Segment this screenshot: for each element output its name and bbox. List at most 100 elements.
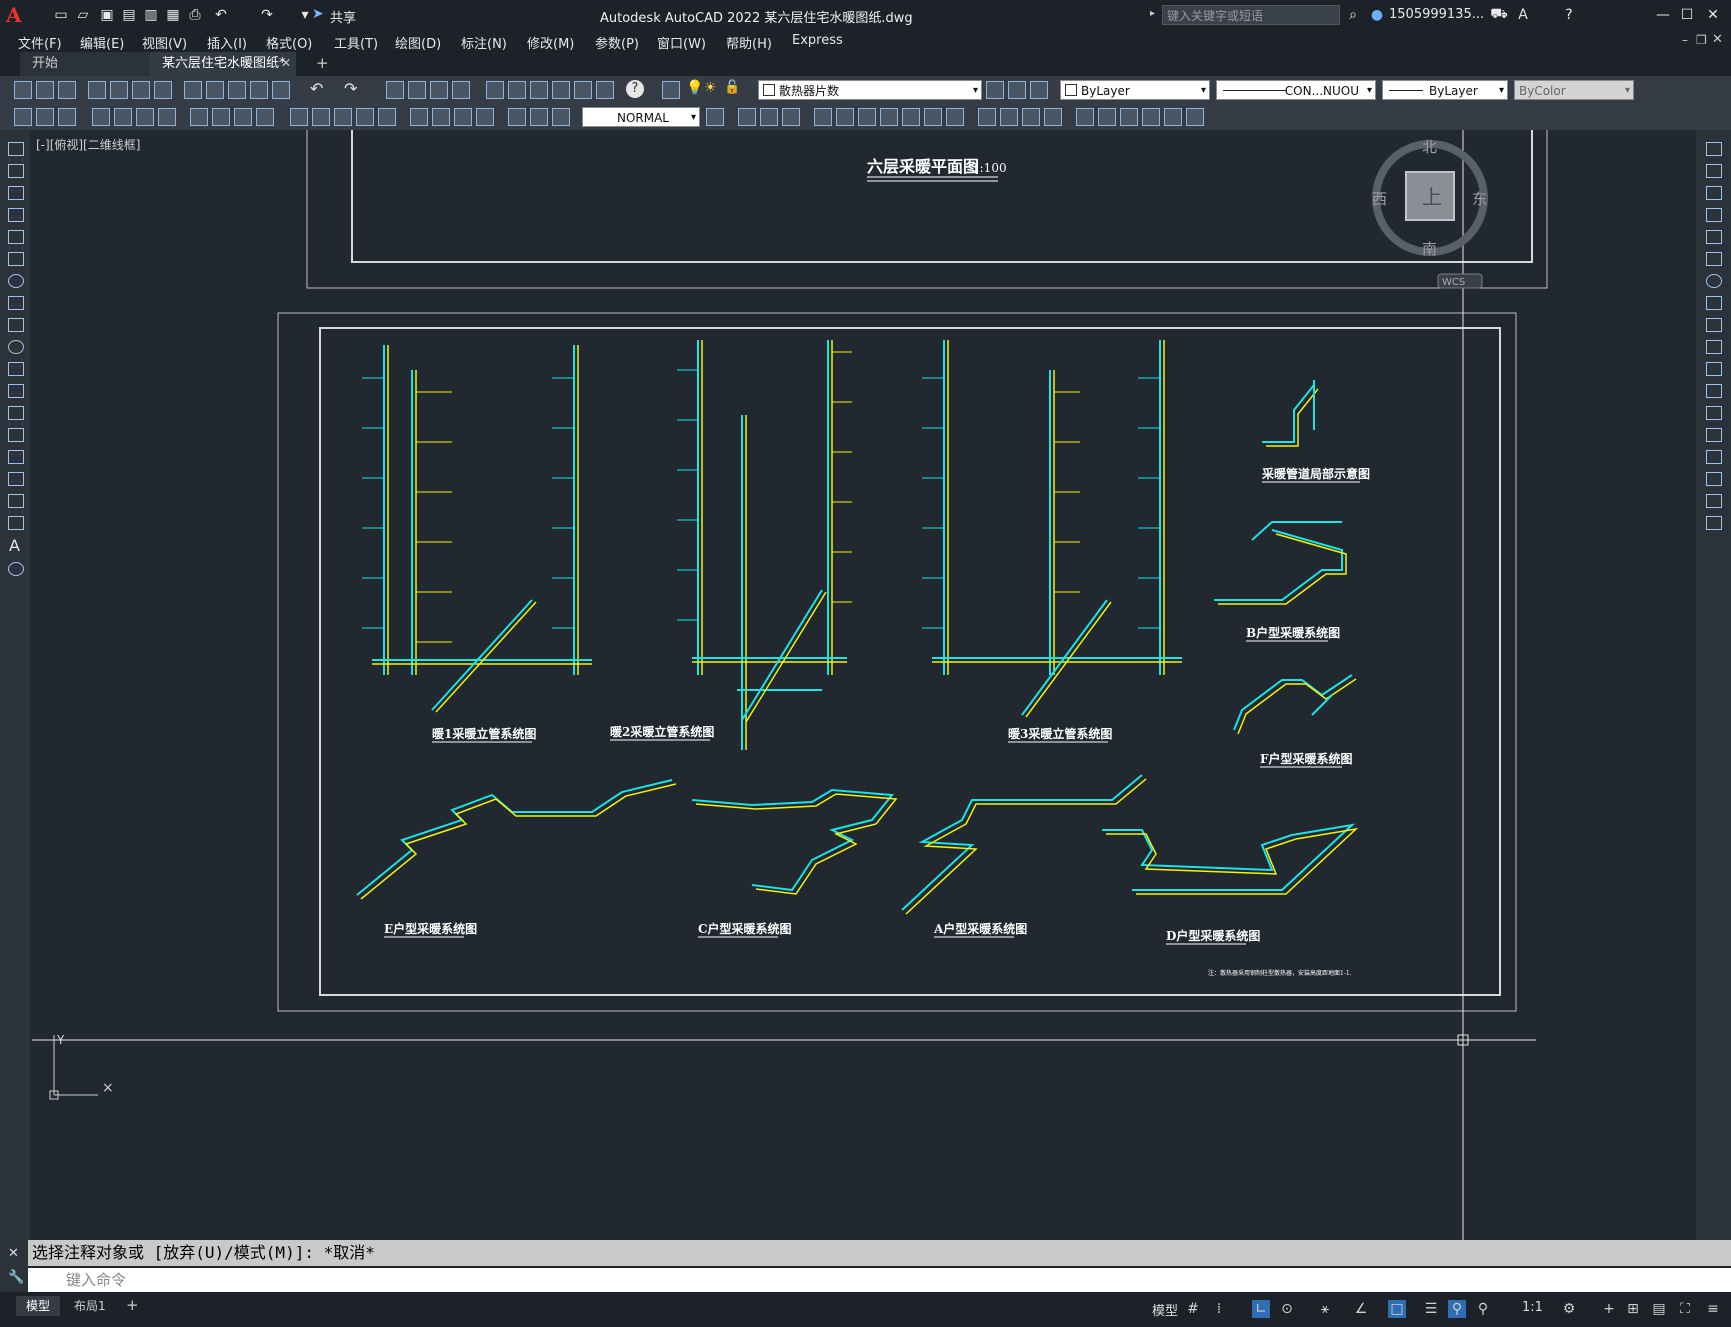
make-block-icon[interactable] <box>8 406 24 420</box>
menu-modify[interactable]: 修改(M) <box>527 33 574 52</box>
polygon-icon[interactable] <box>8 208 24 222</box>
table-icon[interactable] <box>8 516 24 530</box>
ellipse-arc-icon[interactable] <box>8 362 24 376</box>
modify-tool-icon-6[interactable] <box>858 108 876 126</box>
chevron-right-icon[interactable]: ▸ <box>1150 8 1155 19</box>
layer-on-icon[interactable]: 💡 <box>686 80 703 96</box>
break-at-point-icon[interactable] <box>1706 384 1722 398</box>
modify-tool-icon-20[interactable] <box>1186 108 1204 126</box>
layer-properties-icon[interactable] <box>662 81 680 99</box>
modify-tool-icon-15[interactable] <box>1076 108 1094 126</box>
aligned-dim-icon[interactable] <box>114 108 132 126</box>
annotate-tool-icon-2[interactable] <box>36 108 54 126</box>
command-customize-icon[interactable]: 🔧 <box>8 1270 24 1285</box>
undo-icon[interactable]: ↶ <box>212 6 230 24</box>
point-icon[interactable] <box>8 428 24 442</box>
stretch-icon[interactable] <box>1706 318 1722 332</box>
customization-icon[interactable]: ≡ <box>1704 1300 1722 1318</box>
insert-block-icon[interactable] <box>8 384 24 398</box>
plotstyle-dropdown[interactable]: ByColor ▾ <box>1514 80 1634 100</box>
menu-window[interactable]: 窗口(W) <box>657 33 706 52</box>
copy-icon[interactable] <box>206 81 224 99</box>
snap-icon[interactable]: ⁞ <box>1210 1300 1228 1318</box>
rectangle-icon[interactable] <box>8 230 24 244</box>
modify-tool-icon-19[interactable] <box>1164 108 1182 126</box>
close-icon[interactable]: ✕ <box>1704 6 1722 24</box>
design-center-icon[interactable] <box>508 81 526 99</box>
circle-icon[interactable] <box>8 274 24 288</box>
scale-icon[interactable] <box>1706 296 1722 310</box>
fillet-icon[interactable] <box>1706 472 1722 486</box>
polar-icon[interactable]: ⊙ <box>1278 1300 1296 1318</box>
new-file-icon[interactable]: ▭ <box>52 6 70 24</box>
isodraft-icon[interactable]: ⚹ <box>1316 1300 1334 1318</box>
plot-icon[interactable]: ⎙ <box>186 6 204 24</box>
print-preview-icon[interactable] <box>110 81 128 99</box>
erase-icon[interactable] <box>1706 142 1722 156</box>
save-web-icon[interactable]: ▦ <box>164 6 182 24</box>
block-editor-icon[interactable] <box>272 81 290 99</box>
mirror-icon[interactable] <box>1706 186 1722 200</box>
revision-cloud-icon[interactable] <box>8 296 24 310</box>
menu-view[interactable]: 视图(V) <box>142 33 187 52</box>
annotate-tool-icon-1[interactable] <box>14 108 32 126</box>
polyline-icon[interactable] <box>8 186 24 200</box>
otrack-icon[interactable]: ∠ <box>1352 1300 1370 1318</box>
3d-print-icon[interactable] <box>154 81 172 99</box>
join-icon[interactable] <box>1706 428 1722 442</box>
arc-length-dim-icon[interactable] <box>136 108 154 126</box>
autocad-logo[interactable]: A <box>6 3 28 27</box>
share-icon[interactable]: ➤ <box>312 6 324 22</box>
add-selected-icon[interactable] <box>8 562 24 576</box>
dim-style-manager-icon[interactable] <box>706 108 724 126</box>
layer-dropdown[interactable]: 散热器片数 ▾ <box>758 80 982 100</box>
maximize-icon[interactable]: ☐ <box>1678 6 1696 24</box>
jogged-linear-icon[interactable] <box>476 108 494 126</box>
modify-tool-icon-4[interactable] <box>814 108 832 126</box>
dim-break-icon[interactable] <box>378 108 396 126</box>
tab-start[interactable]: 开始 <box>20 52 150 76</box>
osnap-icon[interactable]: □ <box>1388 1300 1406 1318</box>
dim-update-icon[interactable] <box>552 108 570 126</box>
angular-dim-icon[interactable] <box>256 108 274 126</box>
modify-tool-icon-5[interactable] <box>836 108 854 126</box>
ordinate-dim-icon[interactable] <box>158 108 176 126</box>
redo-tool-icon[interactable]: ↷ <box>344 79 357 98</box>
modify-tool-icon-16[interactable] <box>1098 108 1116 126</box>
modify-tool-icon-8[interactable] <box>902 108 920 126</box>
quick-properties-icon[interactable]: ▤ <box>1650 1300 1668 1318</box>
lineweight-icon[interactable]: ☰ <box>1422 1300 1440 1318</box>
continue-dim-icon[interactable] <box>334 108 352 126</box>
print-icon[interactable] <box>88 81 106 99</box>
menu-parametric[interactable]: 参数(P) <box>595 33 639 52</box>
modify-tool-icon-9[interactable] <box>924 108 942 126</box>
publish-icon[interactable] <box>132 81 150 99</box>
modify-tool-icon-7[interactable] <box>880 108 898 126</box>
blend-curves-icon[interactable] <box>1706 494 1722 508</box>
autodesk-app-icon[interactable]: A <box>1514 6 1532 24</box>
modify-tool-icon-12[interactable] <box>1000 108 1018 126</box>
array-icon[interactable] <box>1706 230 1722 244</box>
annotation-scale[interactable]: 1:1 <box>1522 1300 1543 1315</box>
menu-format[interactable]: 格式(O) <box>266 33 312 52</box>
search-input[interactable]: 键入关键字或短语 <box>1162 5 1340 25</box>
jogged-dim-icon[interactable] <box>212 108 230 126</box>
annotate-tool-icon-3[interactable] <box>58 108 76 126</box>
annotation-monitor-icon[interactable]: + <box>1600 1300 1618 1318</box>
tool-palettes-icon[interactable] <box>530 81 548 99</box>
modify-tool-icon-10[interactable] <box>946 108 964 126</box>
linetype-dropdown[interactable]: CON...NUOU ▾ <box>1216 80 1376 100</box>
menu-tools[interactable]: 工具(T) <box>334 33 378 52</box>
tab-close-icon[interactable]: ✕ <box>281 56 291 70</box>
tolerance-icon[interactable] <box>410 108 428 126</box>
menu-draw[interactable]: 绘图(D) <box>395 33 441 52</box>
modify-tool-icon-11[interactable] <box>978 108 996 126</box>
copy-object-icon[interactable] <box>1706 164 1722 178</box>
open-icon[interactable] <box>36 81 54 99</box>
user-icon[interactable]: ● <box>1368 6 1386 24</box>
match-properties-icon[interactable] <box>250 81 268 99</box>
trim-icon[interactable] <box>1706 340 1722 354</box>
break-icon[interactable] <box>1706 406 1722 420</box>
workspace-gear-icon[interactable]: ⚙ <box>1560 1300 1578 1318</box>
spline-icon[interactable] <box>8 318 24 332</box>
